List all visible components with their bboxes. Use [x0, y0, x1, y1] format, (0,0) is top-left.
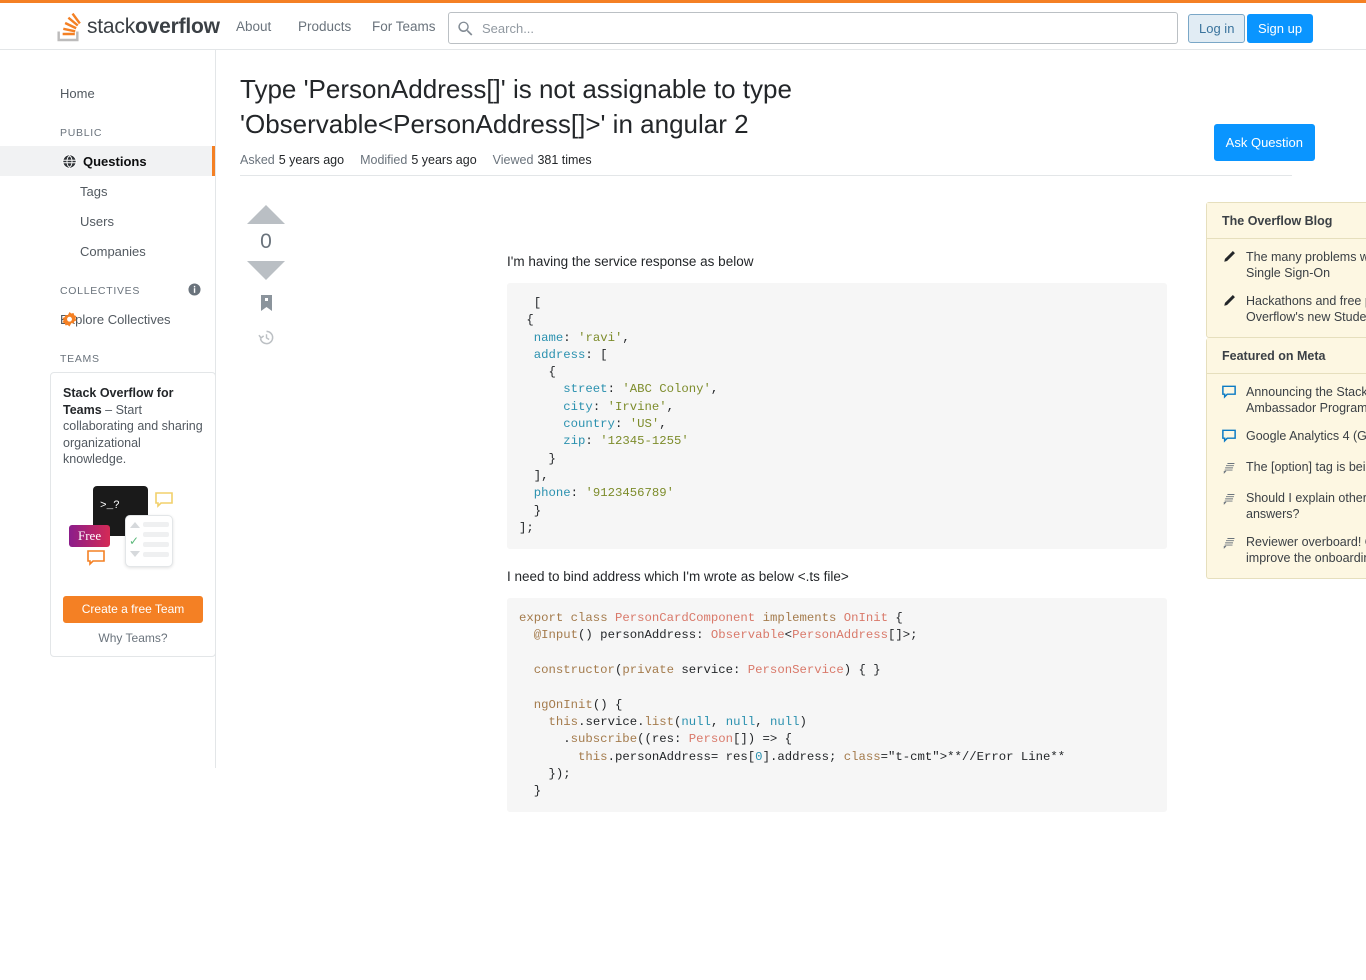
sidebar-item-label: Users	[80, 213, 114, 229]
list-item[interactable]: Announcing the Stack Overflow Student Am…	[1222, 384, 1366, 416]
edit-history-icon[interactable]	[257, 329, 275, 349]
signup-button[interactable]: Sign up	[1247, 14, 1314, 43]
sidebar-heading-collectives: COLLECTIVES	[0, 278, 215, 304]
upvote-button[interactable]	[247, 205, 285, 224]
sidebar-item-label: Tags	[80, 183, 108, 199]
teams-promo-illustration: >_? ✓ Free	[63, 478, 205, 590]
ask-question-button[interactable]: Ask Question	[1213, 124, 1315, 161]
bookmark-icon[interactable]	[259, 294, 274, 315]
chat-bubble-orange-icon	[87, 549, 105, 566]
teams-promo-text: Stack Overflow for Teams – Start collabo…	[63, 385, 203, 468]
search-bar[interactable]	[448, 12, 1178, 44]
list-item-label: Google Analytics 4 (GA4) upgrade	[1246, 429, 1366, 443]
question-paragraph-1: I'm having the service response as below	[507, 254, 754, 269]
sidebar-item-home[interactable]: Home	[0, 78, 215, 108]
speech-bubble-icon	[1222, 428, 1238, 447]
nav-products[interactable]: Products	[290, 3, 359, 50]
sidebar-item-explore-collectives[interactable]: Explore Collectives	[0, 304, 215, 334]
why-teams-link[interactable]: Why Teams?	[63, 631, 203, 645]
search-input[interactable]	[480, 19, 1169, 37]
sidebar-item-label: Home	[60, 85, 95, 101]
downvote-button[interactable]	[247, 261, 285, 280]
free-badge: Free	[69, 524, 111, 547]
list-item-label: Announcing the Stack Overflow Student Am…	[1246, 385, 1366, 415]
code-2-content: export class PersonCardComponent impleme…	[519, 611, 1066, 799]
meta-asked: Asked 5 years ago	[240, 153, 345, 167]
vote-count: 0	[260, 230, 272, 253]
code-1-content: [ { name: 'ravi', address: [ { street: '…	[519, 296, 719, 535]
question-header: Type 'PersonAddress[]' is not assignable…	[240, 72, 1292, 176]
sidebar-item-questions[interactable]: Questions	[0, 146, 215, 176]
login-button[interactable]: Log in	[1188, 14, 1246, 43]
featured-on-meta-heading: Featured on Meta	[1207, 338, 1366, 374]
sidebar-item-label: Questions	[83, 153, 147, 169]
globe-icon	[60, 153, 78, 169]
list-item-label: The [option] tag is being burninated	[1246, 460, 1366, 474]
speech-bubble-icon	[1222, 384, 1238, 416]
list-item[interactable]: Google Analytics 4 (GA4) upgrade	[1222, 428, 1366, 447]
meta-viewed: Viewed 381 times	[492, 153, 592, 167]
collectives-icon	[60, 311, 78, 327]
right-rail: The Overflow Blog The many problems with…	[1206, 202, 1366, 579]
list-item[interactable]: Reviewer overboard! Or a request to impr…	[1222, 534, 1366, 566]
featured-on-meta-box: Featured on Meta Announcing the Stack Ov…	[1206, 338, 1366, 579]
list-item[interactable]: Should I explain other people's code-onl…	[1222, 490, 1366, 522]
pencil-icon	[1222, 293, 1238, 325]
stackexchange-icon	[1222, 534, 1238, 566]
code-block-component: export class PersonCardComponent impleme…	[507, 598, 1167, 813]
info-icon[interactable]	[188, 283, 201, 299]
nav-about[interactable]: About	[228, 3, 279, 50]
search-icon	[458, 21, 473, 36]
meta-modified: Modified 5 years ago	[360, 153, 477, 167]
sidebar-heading-teams: TEAMS	[60, 353, 100, 365]
sidebar-heading-public: PUBLIC	[60, 127, 103, 139]
terminal-prompt-text: >_?	[100, 499, 120, 512]
question-meta: Asked 5 years ago Modified 5 years ago Vie…	[240, 153, 1292, 167]
question-paragraph-2: I need to bind address which I'm wrote a…	[507, 569, 849, 585]
featured-on-meta-list: Announcing the Stack Overflow Student Am…	[1207, 374, 1366, 578]
list-item[interactable]: Hackathons and free pizza: All about Sta…	[1222, 293, 1366, 325]
sidebar-item-tags[interactable]: Tags	[0, 176, 215, 206]
sidebar-item-label: Companies	[80, 243, 146, 259]
list-item-label: Hackathons and free pizza: All about Sta…	[1246, 294, 1366, 324]
overflow-blog-box: The Overflow Blog The many problems with…	[1206, 202, 1366, 338]
teams-promo-card: Stack Overflow for Teams – Start collabo…	[50, 372, 216, 657]
left-sidebar: Home PUBLIC Questions Tags Users Compani…	[0, 50, 216, 768]
stackexchange-icon	[1222, 490, 1238, 522]
chat-bubble-yellow-icon	[155, 491, 173, 508]
stack-overflow-logo[interactable]: stackoverflow	[55, 9, 220, 45]
nav-for-teams[interactable]: For Teams	[364, 3, 444, 50]
answer-card-illustration: ✓	[125, 514, 173, 567]
sidebar-item-companies[interactable]: Companies	[0, 236, 215, 266]
main-content: Type 'PersonAddress[]' is not assignable…	[216, 50, 1366, 813]
overflow-blog-heading: The Overflow Blog	[1207, 203, 1366, 239]
stack-overflow-logo-icon	[57, 12, 81, 42]
list-item-label: Should I explain other people's code-onl…	[1246, 491, 1366, 521]
list-item[interactable]: The [option] tag is being burninated	[1222, 459, 1366, 478]
site-header: stackoverflow About Products For Teams L…	[0, 3, 1366, 50]
list-item[interactable]: The many problems with implementing Sing…	[1222, 249, 1366, 281]
stackexchange-icon	[1222, 459, 1238, 478]
logo-text: stackoverflow	[87, 15, 220, 38]
list-item-label: The many problems with implementing Sing…	[1246, 250, 1366, 280]
code-block-service-response: [ { name: 'ravi', address: [ { street: '…	[507, 283, 1167, 550]
page-title: Type 'PersonAddress[]' is not assignable…	[240, 74, 792, 139]
create-free-team-button[interactable]: Create a free Team	[63, 595, 203, 623]
sidebar-item-users[interactable]: Users	[0, 206, 215, 236]
overflow-blog-list: The many problems with implementing Sing…	[1207, 239, 1366, 337]
vote-column: 0	[240, 205, 292, 349]
question-body: I'm having the service response as below…	[507, 253, 1167, 831]
list-item-label: Reviewer overboard! Or a request to impr…	[1246, 535, 1366, 565]
pencil-icon	[1222, 249, 1238, 281]
